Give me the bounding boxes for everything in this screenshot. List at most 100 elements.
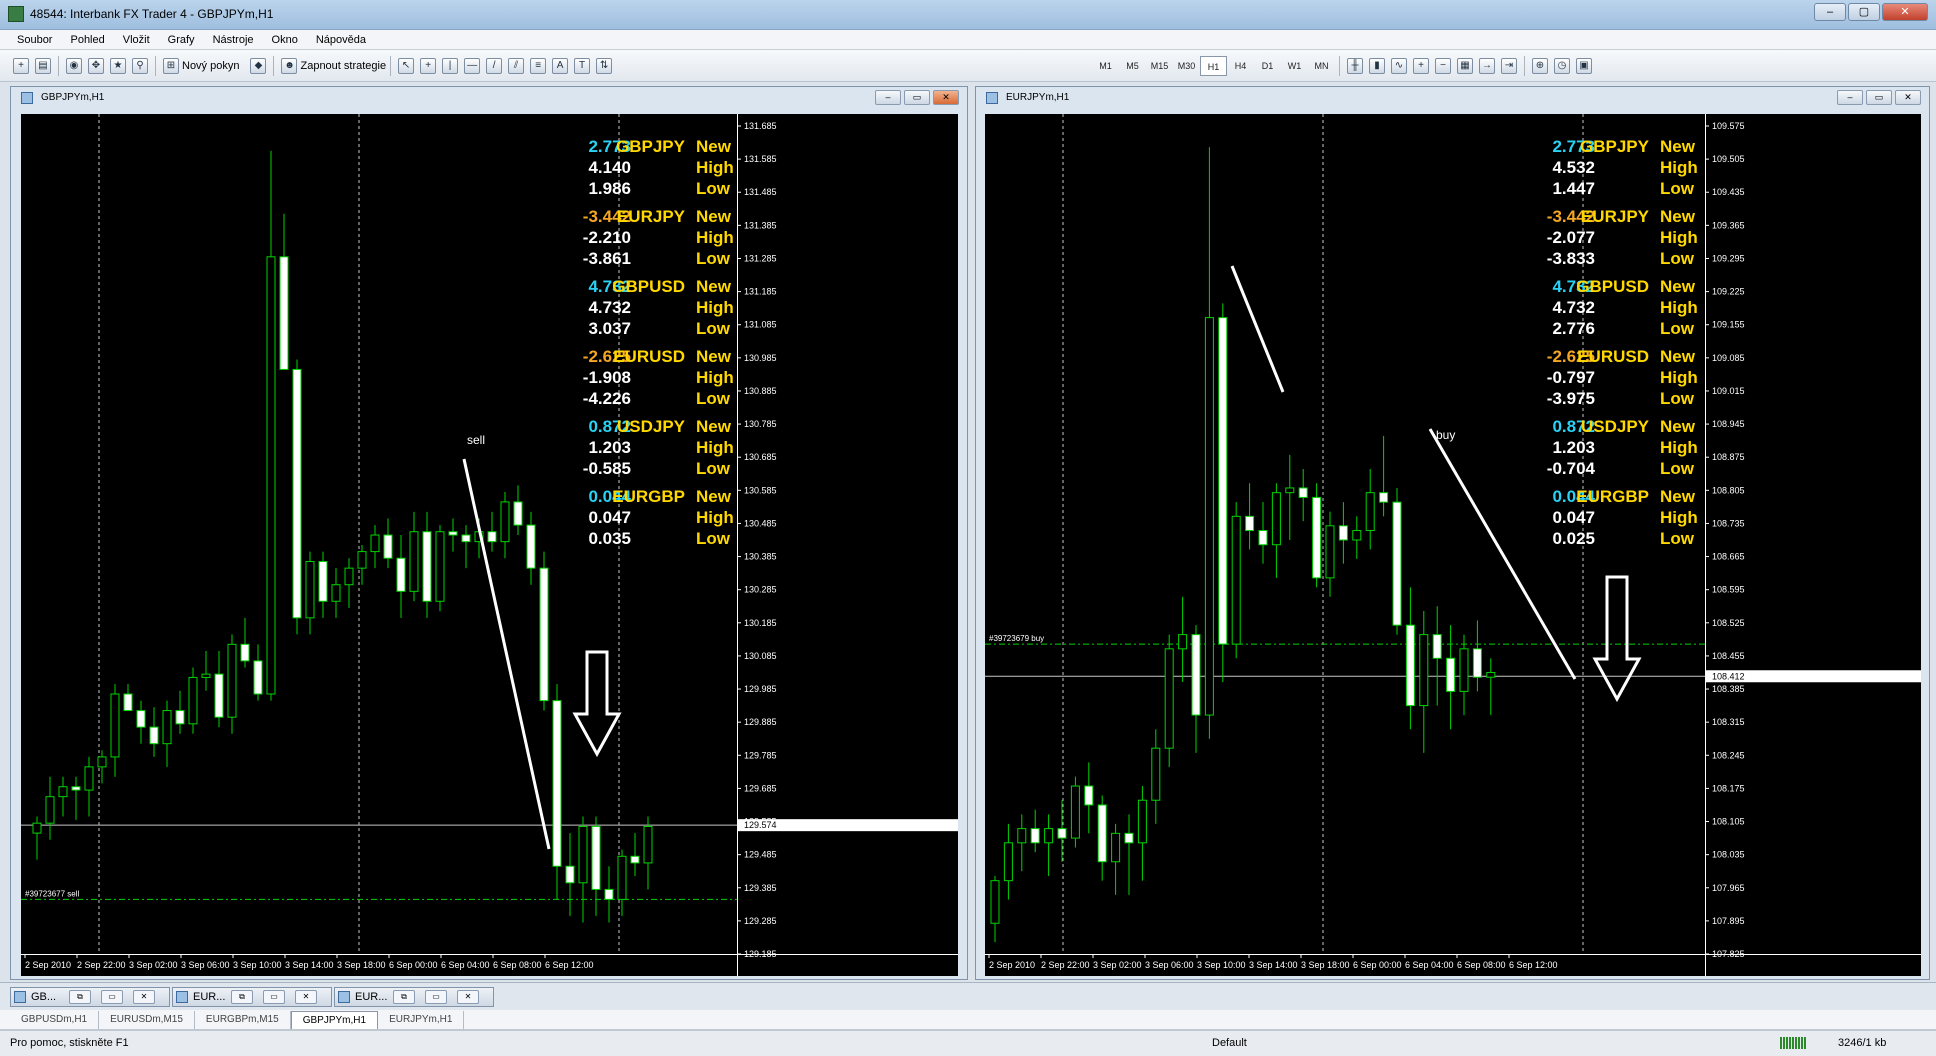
restore-icon[interactable]: ⧉: [393, 990, 415, 1004]
candle: [1271, 492, 1281, 546]
maximize-icon[interactable]: ▭: [263, 990, 285, 1004]
candle: [71, 786, 81, 791]
indicator-label: Low: [696, 459, 730, 478]
tab-eurjpym-h1[interactable]: EURJPYm,H1: [378, 1011, 465, 1029]
bar-chart-icon[interactable]: ╫: [1347, 58, 1363, 74]
y-tick-label: 131.685: [744, 121, 777, 131]
tf-m1[interactable]: M1: [1092, 56, 1119, 76]
price-chart[interactable]: 131.685 131.585 131.485 131.385 131.285 131.1…: [21, 114, 958, 976]
horizontal-line-icon[interactable]: —: [464, 58, 481, 74]
text-icon[interactable]: A: [552, 58, 569, 74]
menu-vlozit[interactable]: Vložit: [114, 34, 159, 46]
price-chart[interactable]: 109.575 109.505 109.435 109.365 109.295 109.2…: [985, 114, 1921, 976]
window-minimize-button[interactable]: –: [1837, 90, 1863, 105]
mdi-tab-eur-2[interactable]: EUR... ⧉ ▭ ✕: [334, 987, 494, 1007]
new-order-icon[interactable]: ⊞: [163, 58, 179, 74]
close-icon[interactable]: ✕: [133, 990, 155, 1004]
menu-okno[interactable]: Okno: [263, 34, 307, 46]
tf-h1[interactable]: H1: [1200, 56, 1227, 76]
indicators-icon[interactable]: ⊕: [1532, 58, 1548, 74]
expert-toggle-icon[interactable]: ☻: [281, 58, 298, 74]
mdi-tab-eur-1[interactable]: EUR... ⧉ ▭ ✕: [172, 987, 332, 1007]
menu-napoveda[interactable]: Nápověda: [307, 34, 375, 46]
expert-icon[interactable]: ◆: [250, 58, 267, 74]
menu-grafy[interactable]: Grafy: [159, 34, 204, 46]
tile-icon[interactable]: ▦: [1457, 58, 1473, 74]
vertical-line-icon[interactable]: |: [442, 58, 459, 74]
chart-window-icon: [21, 92, 33, 104]
menu-soubor[interactable]: Soubor: [8, 34, 61, 46]
new-order-button[interactable]: Nový pokyn: [182, 60, 239, 72]
indicator-value: -3.833: [1546, 249, 1595, 268]
tf-m5[interactable]: M5: [1119, 56, 1146, 76]
mdi-tab-gbp[interactable]: GB... ⧉ ▭ ✕: [10, 987, 170, 1007]
tab-eurgbpm-m15[interactable]: EURGBPm,M15: [195, 1011, 291, 1029]
tf-m30[interactable]: M30: [1173, 56, 1200, 76]
indicator-value: -1.908: [582, 368, 631, 387]
candle: [292, 368, 302, 619]
profiles-icon[interactable]: ▤: [35, 58, 51, 74]
restore-icon[interactable]: ⧉: [69, 990, 91, 1004]
tab-gbpjpym-h1[interactable]: GBPJPYm,H1: [290, 1011, 379, 1029]
templates-icon[interactable]: ▣: [1576, 58, 1592, 74]
restore-icon[interactable]: ⧉: [231, 990, 253, 1004]
zoom-out-icon[interactable]: −: [1435, 58, 1451, 74]
crosshair-icon[interactable]: +: [420, 58, 437, 74]
maximize-icon[interactable]: ▭: [425, 990, 447, 1004]
market-watch-icon[interactable]: ◉: [66, 58, 82, 74]
chart-window-eurjpy[interactable]: EURJPYm,H1 – ▭ ✕ 109.575 109.505 109.435 10…: [975, 86, 1930, 980]
window-close-button[interactable]: ✕: [1895, 90, 1921, 105]
shift-icon[interactable]: ⇥: [1501, 58, 1517, 74]
candle: [188, 676, 198, 725]
minimize-button[interactable]: –: [1814, 3, 1846, 21]
tf-mn[interactable]: MN: [1308, 56, 1335, 76]
window-minimize-button[interactable]: –: [875, 90, 901, 105]
trade-annotation: buy: [1436, 428, 1455, 442]
menu-pohled[interactable]: Pohled: [61, 34, 113, 46]
menu-nastroje[interactable]: Nástroje: [204, 34, 263, 46]
arrows-icon[interactable]: ⇅: [596, 58, 613, 74]
new-chart-icon[interactable]: +: [13, 58, 29, 74]
tf-h4[interactable]: H4: [1227, 56, 1254, 76]
candle: [1084, 785, 1094, 806]
y-tick-label: 109.295: [1712, 253, 1745, 263]
expert-advisor-button[interactable]: Zapnout strategie: [300, 60, 386, 72]
indicator-symbol: EURUSD: [613, 347, 685, 366]
window-close-button[interactable]: ✕: [933, 90, 959, 105]
close-icon[interactable]: ✕: [457, 990, 479, 1004]
candle: [539, 567, 549, 702]
tf-w1[interactable]: W1: [1281, 56, 1308, 76]
x-tick-label: 3 Sep 02:00: [1093, 960, 1142, 970]
indicator-label: High: [696, 298, 734, 317]
maximize-button[interactable]: ▢: [1848, 3, 1880, 21]
label-icon[interactable]: T: [574, 58, 591, 74]
window-restore-button[interactable]: ▭: [1866, 90, 1892, 105]
candle: [1446, 657, 1456, 692]
menu-bar: Soubor Pohled Vložit Grafy Nástroje Okno…: [0, 30, 1936, 50]
down-arrow-annotation: [1592, 575, 1642, 703]
tester-icon[interactable]: ⚲: [132, 58, 148, 74]
close-icon[interactable]: ✕: [295, 990, 317, 1004]
y-tick-label: 129.985: [744, 684, 777, 694]
close-button[interactable]: ✕: [1882, 3, 1928, 21]
trendline-icon[interactable]: /: [486, 58, 503, 74]
chart-window-gbpjpy[interactable]: GBPJPYm,H1 – ▭ ✕ 131.685 131.585 131.485 13…: [10, 86, 968, 980]
line-chart-icon[interactable]: ∿: [1391, 58, 1407, 74]
tab-eurusdm-m15[interactable]: EURUSDm,M15: [99, 1011, 195, 1029]
autoscroll-icon[interactable]: →: [1479, 58, 1495, 74]
tf-m15[interactable]: M15: [1146, 56, 1173, 76]
zoom-in-icon[interactable]: +: [1413, 58, 1429, 74]
channel-icon[interactable]: ⫽: [508, 58, 525, 74]
window-restore-button[interactable]: ▭: [904, 90, 930, 105]
candle: [266, 256, 276, 695]
window-icon: [176, 991, 188, 1003]
tf-d1[interactable]: D1: [1254, 56, 1281, 76]
periods-icon[interactable]: ◷: [1554, 58, 1570, 74]
cursor-icon[interactable]: ↖: [398, 58, 415, 74]
navigator-icon[interactable]: ✥: [88, 58, 104, 74]
terminal-icon[interactable]: ★: [110, 58, 126, 74]
candle-chart-icon[interactable]: ▮: [1369, 58, 1385, 74]
tab-gbpusdm-h1[interactable]: GBPUSDm,H1: [10, 1011, 100, 1029]
maximize-icon[interactable]: ▭: [101, 990, 123, 1004]
fibonacci-icon[interactable]: ≡: [530, 58, 547, 74]
